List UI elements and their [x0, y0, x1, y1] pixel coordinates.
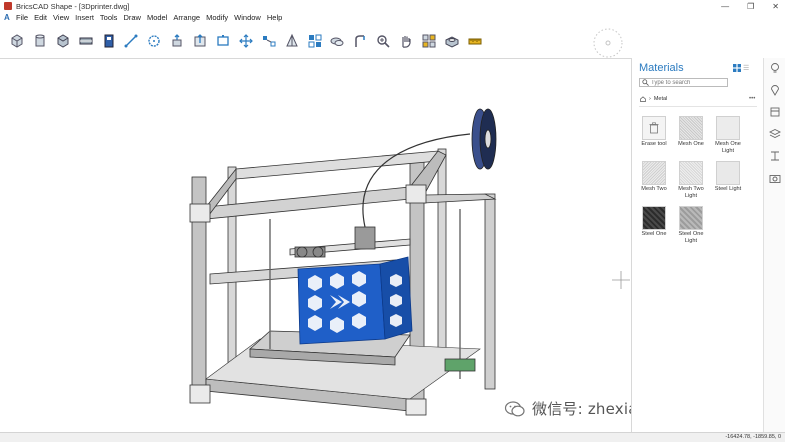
- materials-panel: Materials ☰ › Metal ••• Erase tool: [631, 58, 763, 432]
- grid-view-icon[interactable]: [733, 64, 741, 72]
- steel-light-swatch: [716, 161, 740, 185]
- material-label: Mesh One Light: [715, 141, 741, 154]
- mesh-two-light-swatch: [679, 161, 703, 185]
- cylinder-icon[interactable]: [31, 32, 49, 50]
- menu-file[interactable]: File: [16, 13, 28, 22]
- mesh-one-light-swatch: [716, 116, 740, 140]
- pan-icon[interactable]: [397, 32, 415, 50]
- mesh-one-swatch: [679, 116, 703, 140]
- material-mesh-two-light[interactable]: Mesh Two Light: [673, 161, 709, 199]
- material-label: Steel One Light: [678, 231, 704, 244]
- material-label: Erase tool: [641, 141, 667, 147]
- model-viewport[interactable]: [0, 58, 631, 432]
- window-title: BricsCAD Shape - [3Dprinter.dwg]: [16, 1, 130, 11]
- menu-bar: A File Edit View Insert Tools Draw Model…: [0, 12, 785, 23]
- menu-help[interactable]: Help: [267, 13, 282, 22]
- list-view-icon[interactable]: ☰: [743, 64, 749, 72]
- trash-icon: [649, 122, 659, 134]
- material-mesh-one-light[interactable]: Mesh One Light: [710, 116, 746, 154]
- slab-icon[interactable]: [77, 32, 95, 50]
- arc-icon[interactable]: [328, 32, 346, 50]
- fillet-icon[interactable]: [351, 32, 369, 50]
- breadcrumb-current[interactable]: Metal: [654, 96, 667, 102]
- measure-icon[interactable]: [466, 32, 484, 50]
- section-icon[interactable]: [769, 150, 781, 162]
- cube-stack-icon[interactable]: [769, 128, 781, 140]
- crosshair-cursor-icon: [612, 271, 630, 289]
- material-steel-light[interactable]: Steel Light: [710, 161, 746, 193]
- menu-model[interactable]: Model: [147, 13, 167, 22]
- app-icon: [4, 2, 12, 10]
- close-button[interactable]: ✕: [772, 2, 779, 11]
- material-mesh-two[interactable]: Mesh Two: [636, 161, 672, 193]
- steel-one-swatch: [642, 206, 666, 230]
- search-icon: [642, 79, 649, 86]
- panel-title: Materials: [639, 62, 684, 74]
- zoom-icon[interactable]: [374, 32, 392, 50]
- view-compass-icon[interactable]: [591, 26, 625, 60]
- mesh-two-swatch: [642, 161, 666, 185]
- push-pull-icon[interactable]: [191, 32, 209, 50]
- circle-icon[interactable]: [145, 32, 163, 50]
- join-icon[interactable]: [306, 32, 324, 50]
- wechat-icon: [504, 400, 525, 416]
- move-icon[interactable]: [237, 32, 255, 50]
- divider: [639, 106, 757, 107]
- render-icon[interactable]: [443, 32, 461, 50]
- layers-stack-icon[interactable]: [769, 106, 781, 118]
- menu-edit[interactable]: Edit: [34, 13, 47, 22]
- mirror-icon[interactable]: [260, 32, 278, 50]
- material-steel-one-light[interactable]: Steel One Light: [673, 206, 709, 244]
- material-label: Steel One: [641, 231, 667, 237]
- 3d-printer-model[interactable]: [180, 99, 520, 419]
- search-box: [639, 78, 728, 87]
- material-label: Mesh Two: [641, 186, 667, 192]
- line-icon[interactable]: [122, 32, 140, 50]
- search-input[interactable]: [651, 79, 727, 86]
- more-options-icon[interactable]: •••: [749, 96, 755, 102]
- menu-view[interactable]: View: [53, 13, 69, 22]
- minimize-button[interactable]: —: [721, 2, 729, 11]
- erase-tool-swatch: [642, 116, 666, 140]
- menu-insert[interactable]: Insert: [75, 13, 94, 22]
- extrude-icon[interactable]: [168, 32, 186, 50]
- home-icon[interactable]: [640, 96, 646, 102]
- material-label: Steel Light: [714, 186, 742, 192]
- rectangle-icon[interactable]: [214, 32, 232, 50]
- wall-icon[interactable]: [100, 32, 118, 50]
- material-mesh-one[interactable]: Mesh One: [673, 116, 709, 148]
- right-tool-strip: [763, 58, 785, 432]
- window-controls: — ❐ ✕: [721, 0, 779, 12]
- material-steel-one[interactable]: Steel One: [636, 206, 672, 238]
- material-erase-tool[interactable]: Erase tool: [636, 116, 672, 148]
- main-toolbar: [0, 24, 785, 57]
- bricscad-logo-icon[interactable]: A: [4, 13, 12, 22]
- menu-modify[interactable]: Modify: [206, 13, 228, 22]
- menu-arrange[interactable]: Arrange: [173, 13, 200, 22]
- material-label: Mesh Two Light: [678, 186, 704, 199]
- menu-tools[interactable]: Tools: [100, 13, 118, 22]
- bulb-icon[interactable]: [769, 62, 781, 74]
- steel-one-light-swatch: [679, 206, 703, 230]
- view-icon[interactable]: [420, 32, 438, 50]
- material-label: Mesh One: [678, 141, 704, 147]
- box-icon[interactable]: [8, 32, 26, 50]
- cursor-coordinates: -16424.78, -1859.85, 0: [725, 434, 781, 440]
- maximize-button[interactable]: ❐: [747, 2, 754, 11]
- menu-draw[interactable]: Draw: [123, 13, 141, 22]
- breadcrumb: › Metal: [640, 96, 667, 102]
- array-icon[interactable]: [283, 32, 301, 50]
- marker-icon[interactable]: [769, 84, 781, 96]
- menu-window[interactable]: Window: [234, 13, 261, 22]
- camera-icon[interactable]: [769, 172, 781, 184]
- sphere-icon[interactable]: [54, 32, 72, 50]
- breadcrumb-arrow-icon: ›: [649, 96, 651, 102]
- title-bar: BricsCAD Shape - [3Dprinter.dwg] — ❐ ✕: [0, 0, 785, 12]
- status-bar: -16424.78, -1859.85, 0: [0, 432, 785, 442]
